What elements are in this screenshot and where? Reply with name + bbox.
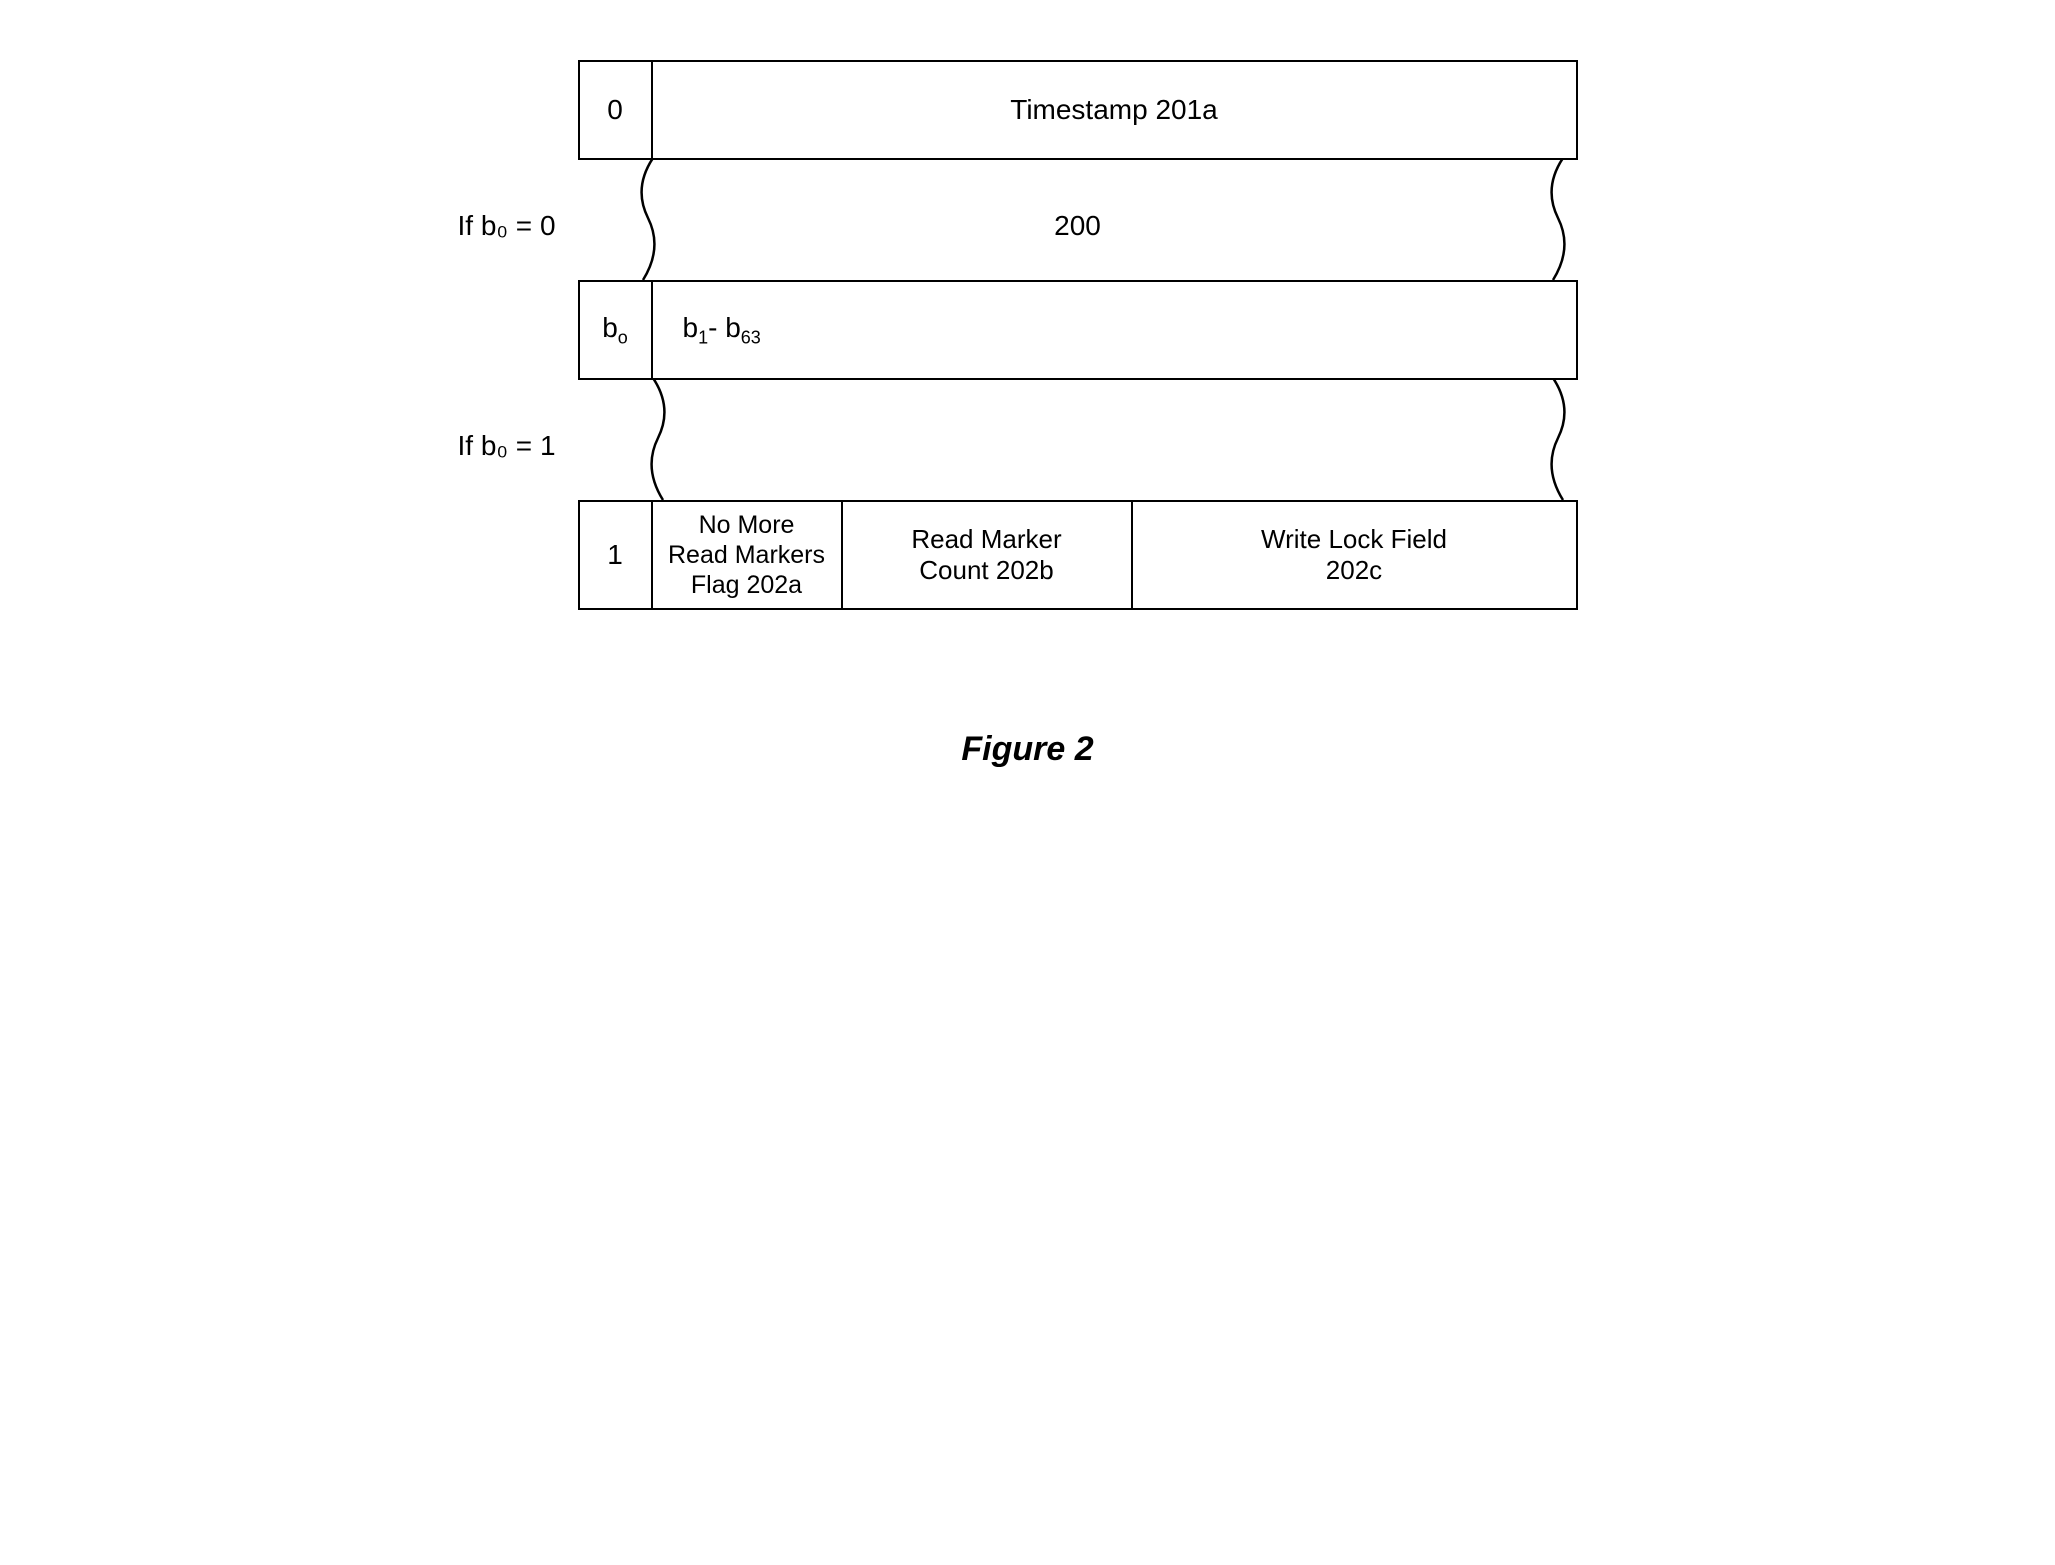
connector-top-left	[618, 158, 678, 282]
row1-field-cell: Timestamp 201a	[653, 60, 1578, 160]
condition0-label: If b₀ = 0	[458, 210, 556, 242]
row2-range: b1- b63	[683, 312, 761, 349]
row3-bit: 1	[607, 539, 623, 571]
row3-bit-cell: 1	[578, 500, 653, 610]
row3-field3-cell: Write Lock Field 202c	[1133, 500, 1578, 610]
row2-bit-cell: bo	[578, 280, 653, 380]
row2-bit: bo	[602, 312, 628, 349]
connector-bot-left	[618, 378, 678, 502]
ref200: 200	[1054, 210, 1101, 242]
row1-field: Timestamp 201a	[1010, 94, 1218, 126]
row3-field3: Write Lock Field 202c	[1261, 524, 1447, 586]
row3-field2: Read Marker Count 202b	[911, 524, 1061, 586]
row2-field-cell: b1- b63	[653, 280, 1578, 380]
connector-top-right	[1538, 158, 1578, 282]
row3-field1: No More Read Markers Flag 202a	[668, 510, 825, 600]
figure-caption: Figure 2	[478, 730, 1578, 769]
row1-bit-cell: 0	[578, 60, 653, 160]
row3-field2-cell: Read Marker Count 202b	[843, 500, 1133, 610]
diagram: 0 Timestamp 201a If b₀ = 0 200 bo b1- b6…	[478, 60, 1578, 769]
connector-bot-right	[1538, 378, 1578, 502]
condition1-label: If b₀ = 1	[458, 430, 556, 462]
row3-field1-cell: No More Read Markers Flag 202a	[653, 500, 843, 610]
row1-bit: 0	[607, 94, 623, 126]
